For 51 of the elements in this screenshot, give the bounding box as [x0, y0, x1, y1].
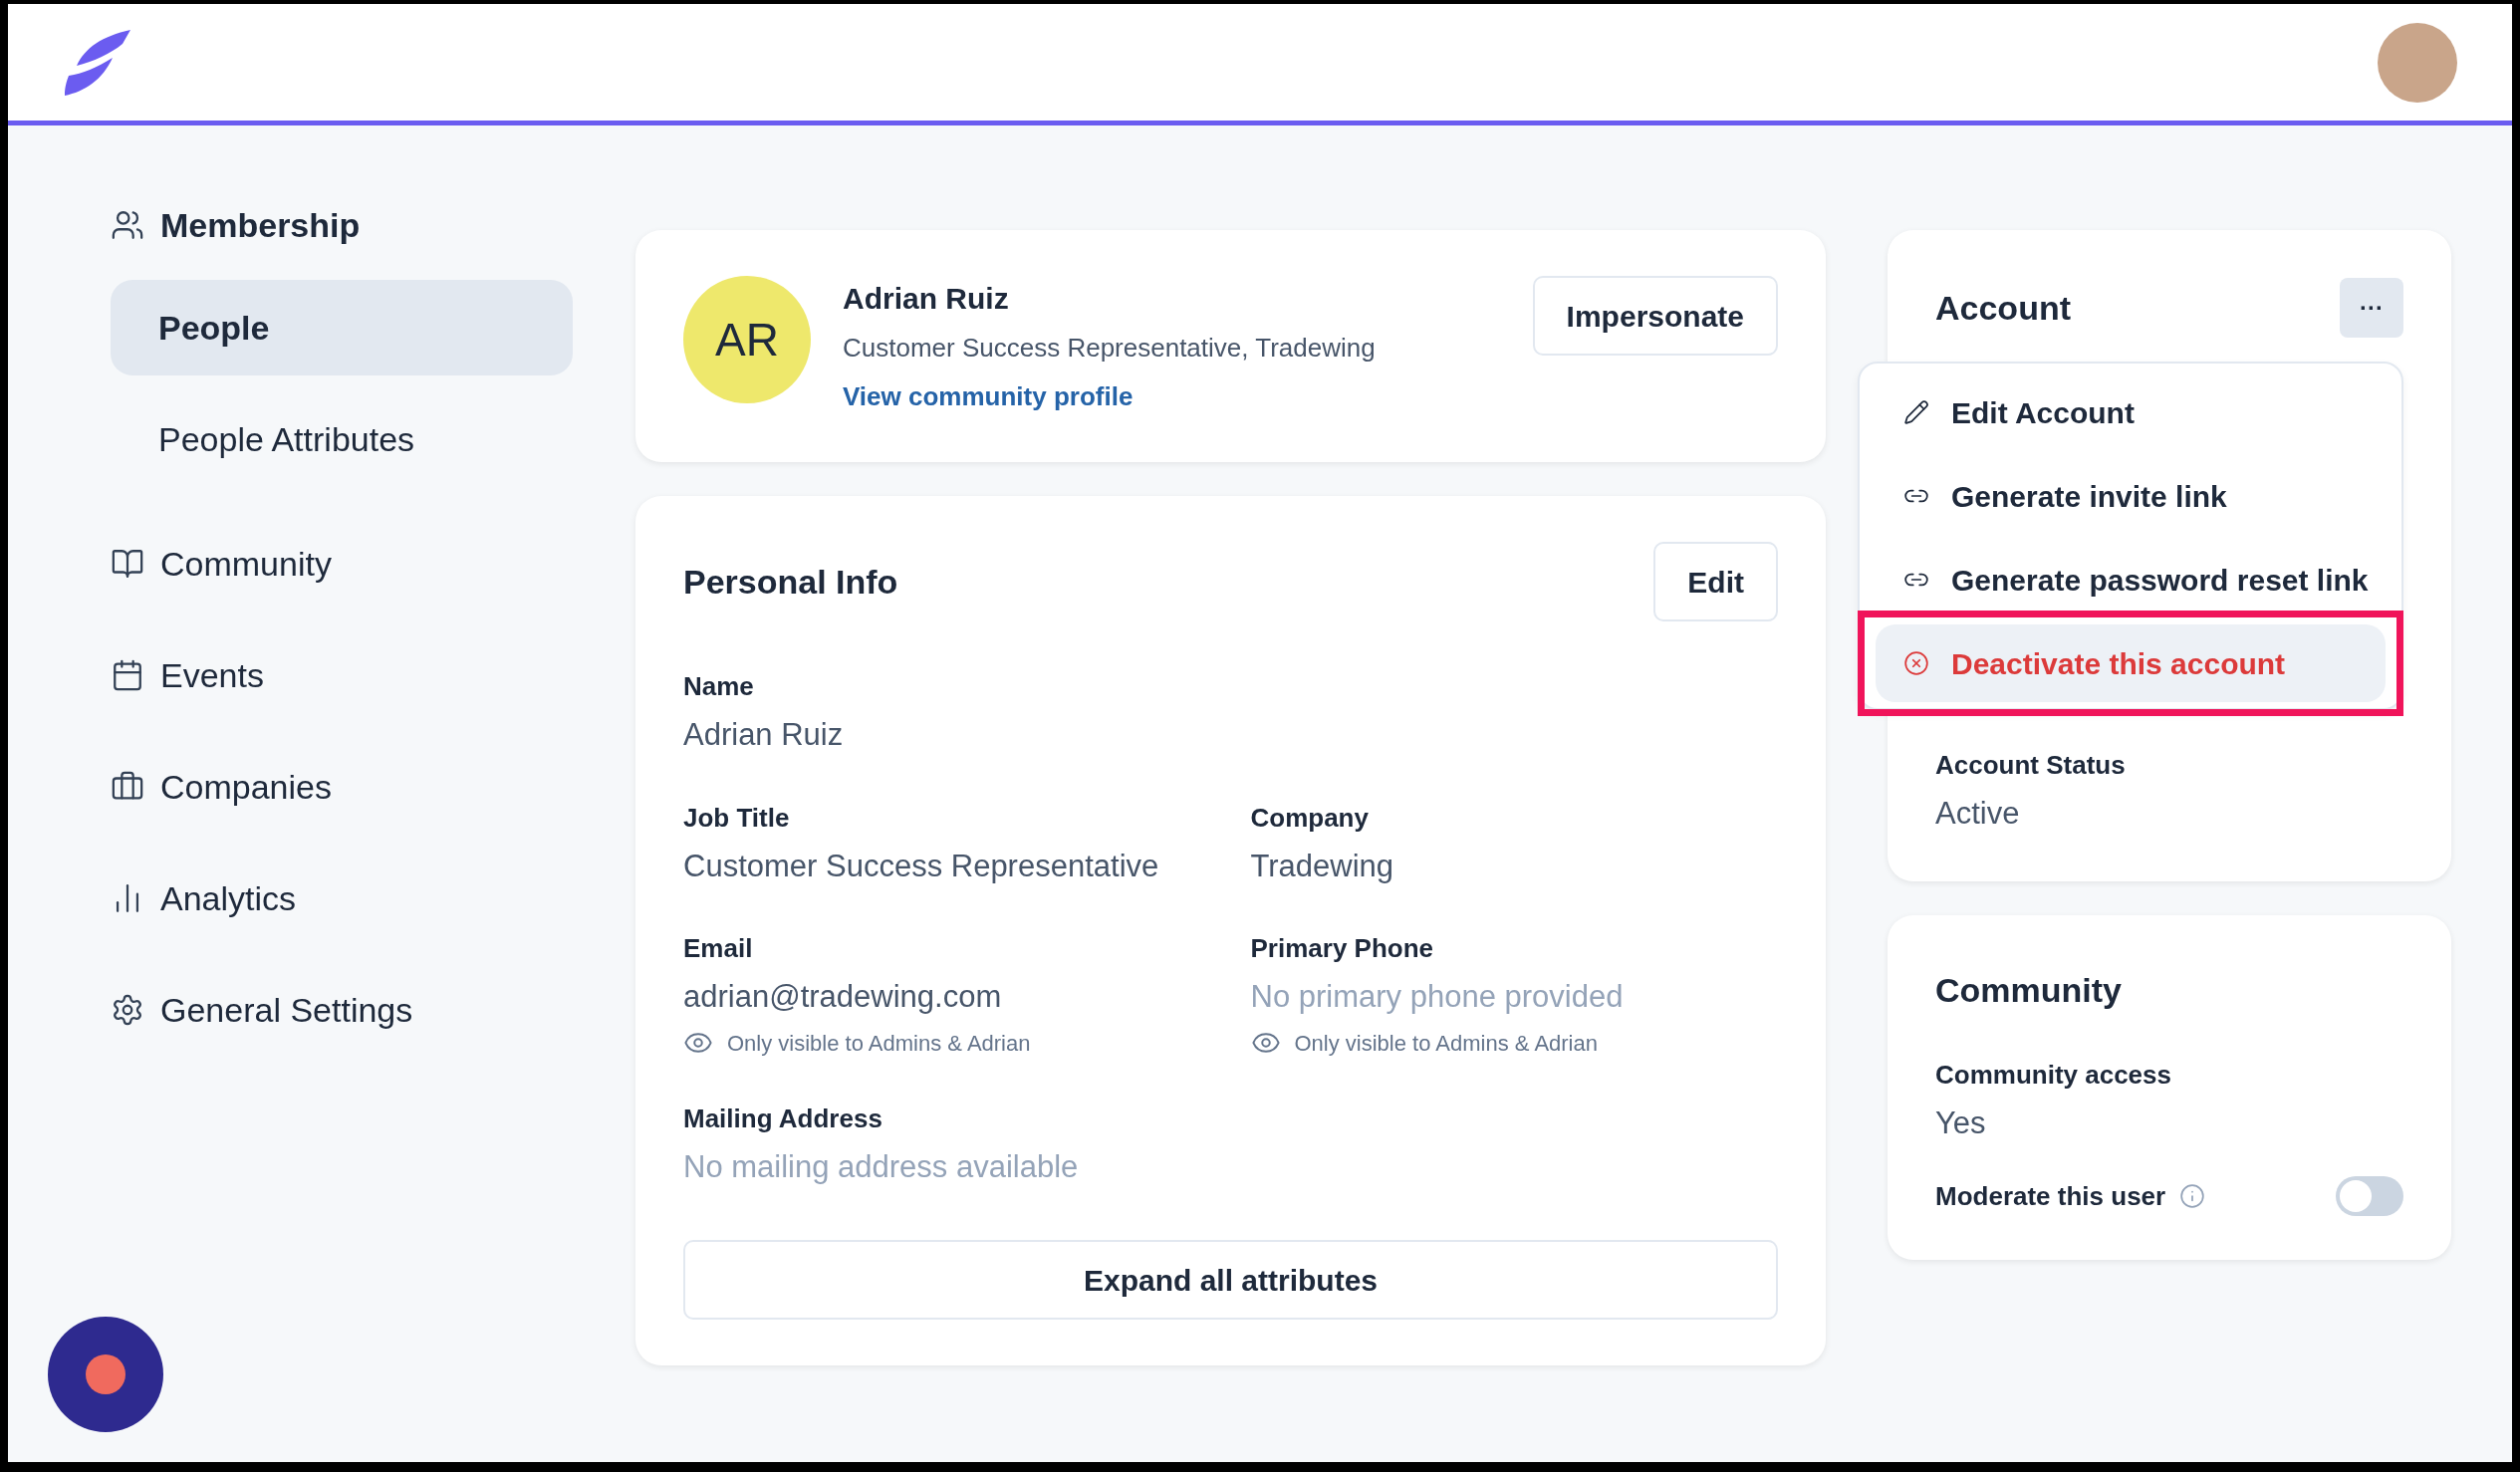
- sidebar-subitem[interactable]: People: [111, 280, 573, 375]
- field-value: Customer Success Representative: [683, 847, 1160, 885]
- field-label: Moderate this user: [1935, 1179, 2166, 1213]
- visibility-note: Only visible to Admins & Adrian: [1294, 1029, 1598, 1058]
- more-options-button[interactable]: ···: [2340, 278, 2403, 338]
- card-title: Account: [1935, 287, 2071, 329]
- book-icon: [111, 547, 144, 581]
- edit-button[interactable]: Edit: [1653, 542, 1778, 621]
- sidebar-item[interactable]: Companies: [111, 752, 635, 822]
- field-value: adrian@tradewing.com: [683, 978, 1003, 1016]
- pencil-icon: [1903, 399, 1929, 425]
- card-title: Community: [1935, 969, 2123, 1011]
- field-value: Active: [1935, 795, 2021, 833]
- sidebar-item[interactable]: Membership: [111, 190, 635, 260]
- menu-item[interactable]: Generate password reset link: [1876, 541, 2386, 618]
- field-label: Primary Phone: [1250, 932, 1434, 965]
- field-label: Account Status: [1935, 749, 2127, 782]
- sidebar-item[interactable]: General Settings: [111, 975, 635, 1045]
- impersonate-button[interactable]: Impersonate: [1532, 276, 1778, 356]
- field-value: Yes: [1935, 1104, 1987, 1142]
- sidebar-item[interactable]: Analytics: [111, 863, 635, 933]
- info-icon[interactable]: [2179, 1183, 2206, 1209]
- circle-x-icon: [1903, 650, 1929, 676]
- field-label: Community access: [1935, 1058, 2172, 1092]
- profile-subtitle: Customer Success Representative, Tradewing: [843, 332, 1377, 365]
- menu-item[interactable]: Generate invite link: [1876, 457, 2386, 535]
- sidebar-item[interactable]: Community: [111, 529, 635, 599]
- expand-attributes-button[interactable]: Expand all attributes: [683, 1240, 1778, 1320]
- field-value: No primary phone provided: [1250, 978, 1625, 1016]
- field-value: No mailing address available: [683, 1147, 1080, 1186]
- field-label: Job Title: [683, 801, 791, 835]
- community-profile-link[interactable]: View community profile: [843, 377, 1533, 416]
- sidebar-item[interactable]: Events: [111, 640, 635, 710]
- menu-item[interactable]: Deactivate this account: [1876, 624, 2386, 702]
- people-icon: [111, 208, 144, 242]
- calendar-icon: [111, 658, 144, 692]
- field-label: Company: [1250, 801, 1370, 835]
- menu-item[interactable]: Edit Account: [1876, 373, 2386, 451]
- leaf-logo-icon[interactable]: [63, 27, 132, 98]
- visibility-note: Only visible to Admins & Adrian: [727, 1029, 1031, 1058]
- toggle-switch[interactable]: [2336, 1176, 2403, 1216]
- field-value: Adrian Ruiz: [683, 716, 845, 754]
- settings-icon: [111, 993, 144, 1027]
- field-label: Mailing Address: [683, 1102, 883, 1135]
- profile-name: Adrian Ruiz: [843, 281, 1010, 317]
- field-label: Email: [683, 932, 754, 965]
- field-label: Name: [683, 670, 755, 703]
- card-title: Personal Info: [683, 561, 898, 603]
- field-value: Tradewing: [1250, 847, 1395, 885]
- sidebar-subitem[interactable]: People Attributes: [111, 391, 573, 487]
- initials-avatar: AR: [683, 276, 811, 403]
